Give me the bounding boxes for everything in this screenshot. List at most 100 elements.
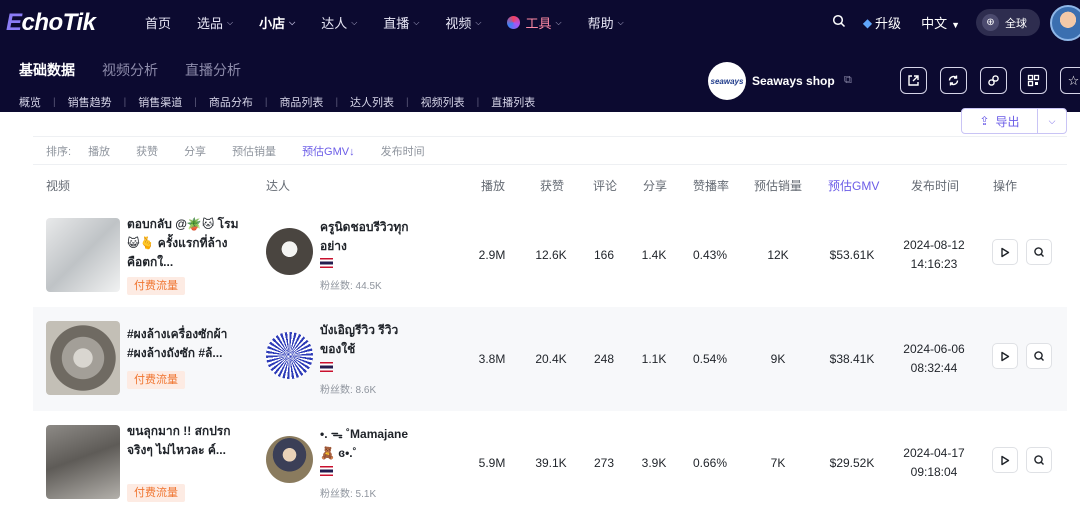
upgrade-button[interactable]: ◆ 升级 [863, 13, 901, 32]
play-video-button[interactable] [992, 447, 1018, 473]
col-shares[interactable]: 分享 [643, 177, 667, 194]
refresh-icon[interactable] [940, 67, 967, 94]
analyze-video-button[interactable] [1026, 239, 1052, 265]
logo-text: choTik [21, 9, 96, 36]
creator-avatar[interactable] [266, 436, 313, 483]
sales-value: 9K [770, 352, 786, 366]
table-row: ตอบกลับ @🪴🐱 โรม😺🫰 ครั้งแรกที่ล้างคือตกใ.… [33, 203, 1067, 307]
follower-count: 粉丝数: 5.1K [320, 489, 377, 500]
analyze-video-button[interactable] [1026, 447, 1052, 473]
likes-value: 39.1K [535, 456, 567, 470]
link-live-list[interactable]: 直播列表 [491, 94, 535, 110]
language-select[interactable]: 中文 ▼ [921, 13, 960, 32]
link-sales-trend[interactable]: 销售趋势 [68, 94, 112, 110]
sort-publish-time[interactable]: 发布时间 [381, 143, 425, 159]
col-plays[interactable]: 播放 [481, 177, 505, 194]
link-sales-channel[interactable]: 销售渠道 [138, 94, 182, 110]
likes-value: 12.6K [535, 248, 567, 262]
echotik-logo[interactable]: EchoTik [6, 9, 96, 37]
col-video: 视频 [46, 179, 71, 193]
divider: | [53, 96, 56, 108]
star-icon[interactable]: ☆ [1060, 67, 1080, 94]
user-avatar[interactable] [1050, 4, 1080, 41]
col-creator: 达人 [266, 179, 291, 193]
thailand-flag-icon [320, 258, 333, 268]
video-thumbnail[interactable] [46, 321, 120, 395]
publish-date: 2024-08-12 14:16:23 [894, 236, 974, 274]
nav-shop[interactable]: 小店 ⌵ [246, 0, 308, 48]
col-publish-time[interactable]: 发布时间 [911, 177, 959, 194]
divider: | [123, 96, 127, 108]
logo-e-mark: E [6, 9, 22, 36]
nav-help-label: 帮助 [587, 16, 614, 31]
video-title[interactable]: #ผงล้างเครื่องซักผ้า #ผงล้างถังซัก #ล้..… [127, 325, 239, 363]
sort-sales[interactable]: 预估销量 [232, 143, 276, 159]
link-video-list[interactable]: 视频列表 [421, 94, 465, 110]
col-est-gmv[interactable]: 预估GMV [828, 177, 879, 194]
video-title[interactable]: ตอบกลับ @🪴🐱 โรม😺🫰 ครั้งแรกที่ล้างคือตกใ.… [127, 215, 239, 272]
publish-date-day: 2024-06-06 [903, 342, 965, 356]
divider: | [476, 96, 480, 108]
creator-name[interactable]: บังเอิญรีวิว รีวิวของใช้ [320, 321, 420, 359]
sort-likes[interactable]: 获赞 [136, 143, 158, 159]
external-link-icon[interactable] [900, 67, 927, 94]
col-est-sales[interactable]: 预估销量 [754, 177, 802, 194]
publish-date: 2024-06-06 08:32:44 [894, 340, 974, 378]
nav-videos[interactable]: 视频 ⌵ [432, 0, 494, 45]
link-icon[interactable] [980, 67, 1007, 94]
tab-video-analysis[interactable]: 视频分析 [102, 60, 158, 80]
sort-shares[interactable]: 分享 [184, 143, 206, 159]
gmv-value: $53.61K [829, 248, 875, 262]
video-thumbnail[interactable] [46, 218, 120, 292]
copy-icon[interactable]: ⧉ [844, 74, 852, 87]
magnifier-icon [1034, 351, 1044, 361]
publish-date-time: 09:18:04 [910, 465, 958, 479]
plays-value: 2.9M [478, 248, 506, 262]
link-product-list[interactable]: 商品列表 [279, 94, 323, 110]
tab-live-analysis[interactable]: 直播分析 [185, 60, 241, 80]
nav-creators[interactable]: 达人 ⌵ [308, 0, 370, 45]
region-toggle[interactable]: ⊕ 全球 [976, 9, 1040, 36]
play-video-button[interactable] [992, 343, 1018, 369]
section-links: 概览 | 销售趋势 | 销售渠道 | 商品分布 | 商品列表 | 达人列表 | 视频列表 | … [19, 94, 535, 110]
analyze-video-button[interactable] [1026, 343, 1052, 369]
nav-help[interactable]: 帮助 ⌵ [575, 0, 637, 45]
chevron-down-icon: ⌵ [617, 17, 624, 27]
creator-avatar[interactable] [266, 228, 313, 275]
link-product-distribution[interactable]: 商品分布 [209, 94, 253, 110]
link-overview[interactable]: 概览 [19, 94, 41, 110]
nav-shop-label: 小店 [259, 16, 286, 31]
search-icon[interactable] [832, 14, 846, 32]
tab-basic-data[interactable]: 基础数据 [19, 60, 75, 80]
plays-value: 3.8M [478, 352, 506, 366]
shop-name: Seaways shop [752, 74, 835, 88]
qr-code-icon[interactable] [1020, 67, 1047, 94]
sort-gmv[interactable]: 预估GMV↓ [302, 143, 355, 159]
caret-down-icon: ▼ [951, 20, 960, 30]
link-creator-list[interactable]: 达人列表 [350, 94, 394, 110]
paid-traffic-badge: 付费流量 [127, 484, 185, 502]
video-thumbnail[interactable] [46, 425, 120, 499]
export-dropdown[interactable]: ⌵ [1038, 109, 1066, 133]
creator-avatar[interactable] [266, 332, 313, 379]
like-rate-value: 0.54% [692, 352, 728, 366]
col-like-rate[interactable]: 赞播率 [693, 177, 729, 194]
nav-tools-label: 工具 [525, 16, 552, 31]
nav-home[interactable]: 首页 [132, 0, 184, 45]
play-icon [1001, 455, 1010, 465]
nav-products[interactable]: 选品 ⌵ [184, 0, 246, 45]
creator-name[interactable]: •. ᯓ ˚Mamajane 🧸 ɞ•.˚ [320, 425, 420, 463]
diamond-icon: ◆ [862, 15, 873, 30]
video-title[interactable]: ขนลุกมาก !! สกปรกจริงๆ ไม่ไหวละ ค์... [127, 422, 239, 460]
divider: | [264, 96, 268, 108]
play-video-button[interactable] [992, 239, 1018, 265]
nav-live[interactable]: 直播 ⌵ [370, 0, 432, 45]
sort-plays[interactable]: 播放 [88, 143, 110, 159]
col-comments[interactable]: 评论 [593, 177, 617, 194]
export-button[interactable]: ⇪ 导出 [962, 109, 1038, 133]
creator-name[interactable]: ครูนิดชอบรีวิวทุกอย่าง [320, 218, 420, 256]
divider: | [194, 96, 197, 108]
nav-live-label: 直播 [383, 16, 410, 31]
nav-tools[interactable]: 工具 ⌵ [494, 0, 574, 45]
col-likes[interactable]: 获赞 [540, 177, 564, 194]
